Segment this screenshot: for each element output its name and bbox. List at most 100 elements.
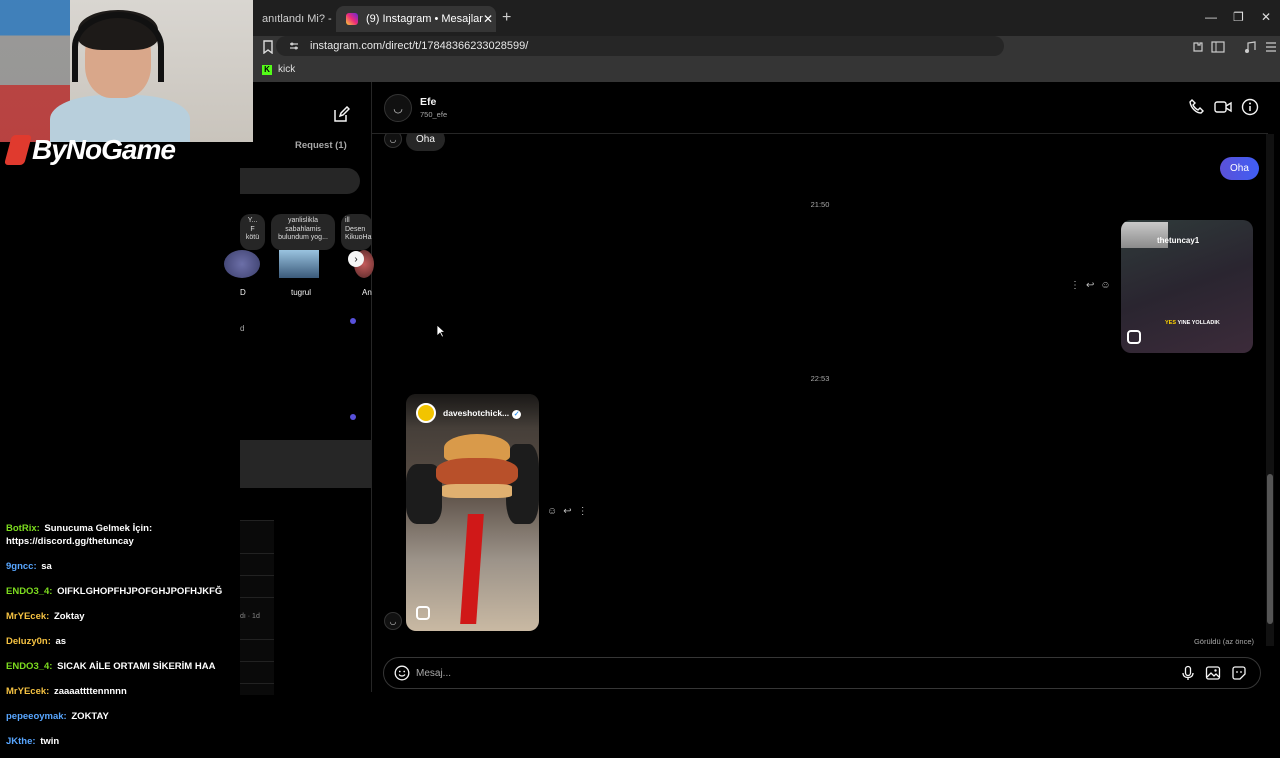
tab-youtube[interactable]: anıtlandı Mi? - YouTu xyxy=(252,6,332,32)
conversation-row-partial[interactable]: d xyxy=(240,324,244,333)
search-input[interactable] xyxy=(240,168,360,194)
chat-text: sa xyxy=(41,561,52,572)
close-tab-icon[interactable]: ✕ xyxy=(483,12,493,26)
image-icon[interactable] xyxy=(1205,665,1221,681)
chevron-right-icon[interactable]: › xyxy=(348,251,364,267)
shared-reel-outgoing[interactable]: thetuncay1 YES YINE YOLLADIK xyxy=(1121,220,1253,353)
new-tab-button[interactable]: + xyxy=(502,9,511,27)
chat-text: SICAK AİLE ORTAMI SİKERİM HAA xyxy=(57,661,216,672)
chat-text: zaaaattttennnnn xyxy=(53,686,127,697)
message-input[interactable] xyxy=(416,664,1156,682)
more-options-icon[interactable]: ⋮ xyxy=(1070,280,1080,291)
music-icon[interactable] xyxy=(1243,40,1257,54)
conversation-username: 750_efe xyxy=(420,110,448,119)
unread-dot xyxy=(350,414,356,420)
reels-icon xyxy=(1127,330,1141,344)
compose-icon[interactable] xyxy=(332,106,350,124)
bookmark-icon[interactable] xyxy=(262,40,274,54)
info-icon[interactable] xyxy=(1241,98,1259,116)
reel-owner: daveshotchick... ✓ xyxy=(443,408,522,419)
note-bubble[interactable]: Y... F kötü xyxy=(240,214,265,250)
chat-message: MrYEcek: zaaaattttennnnn xyxy=(0,683,240,700)
kick-icon: K xyxy=(262,64,272,75)
chat-message: Deluzy0n: as xyxy=(0,633,240,650)
note-username: tugrul xyxy=(291,288,312,297)
mouse-cursor-icon xyxy=(436,324,446,338)
stream-brand-logo: ByNoGame xyxy=(3,134,176,166)
site-info-icon[interactable] xyxy=(288,40,300,52)
message-outgoing[interactable]: Oha xyxy=(1220,157,1259,180)
chat-message: 9gncc: sa xyxy=(0,558,240,575)
scrollbar[interactable] xyxy=(1266,134,1274,646)
message-incoming[interactable]: Oha xyxy=(406,134,445,151)
tab-instagram-label: (9) Instagram • Mesajlar xyxy=(366,13,483,25)
chat-username: ENDO3_4: xyxy=(6,586,53,597)
reels-icon xyxy=(416,606,430,620)
extensions-icon[interactable] xyxy=(1191,40,1205,54)
conversation-name[interactable]: Efe xyxy=(420,96,436,108)
restore-icon[interactable]: ❐ xyxy=(1233,10,1244,24)
chat-username: Deluzy0n: xyxy=(6,636,51,647)
react-emoji-icon[interactable]: ☺ xyxy=(1100,280,1110,291)
instagram-icon xyxy=(346,13,358,25)
webcam-overlay xyxy=(0,0,253,142)
avatar: ◡ xyxy=(384,612,402,630)
more-options-icon[interactable]: ⋮ xyxy=(578,506,588,517)
bookmark-kick-label: kick xyxy=(278,64,296,75)
reel-owner: thetuncay1 xyxy=(1157,236,1200,245)
timestamp-separator: 22:53 xyxy=(810,374,830,383)
tab-instagram[interactable]: (9) Instagram • Mesajlar ✕ xyxy=(336,6,496,32)
chat-message: MrYEcek: Zoktay xyxy=(0,608,240,625)
chat-text: OIFKLGHOPFHJPOFGHJPOFHJKFĞ xyxy=(57,586,223,597)
unread-dot xyxy=(350,318,356,324)
chat-username: BotRix: xyxy=(6,523,40,534)
shared-reel-incoming[interactable]: daveshotchick... ✓ xyxy=(406,394,539,631)
close-window-icon[interactable]: ✕ xyxy=(1261,10,1271,24)
emoji-icon[interactable] xyxy=(394,665,410,681)
bookmarks-bar: K kick xyxy=(240,60,1280,82)
chat-message: JKthe: twin xyxy=(0,733,240,750)
reply-icon[interactable]: ↩ xyxy=(1086,280,1094,291)
brand-mark-icon xyxy=(3,135,33,165)
message-actions: ☺ ↩ ⋮ xyxy=(547,506,588,517)
scrollbar-thumb[interactable] xyxy=(1267,474,1273,624)
note-text: Y... F kötü xyxy=(245,217,260,241)
stream-chat: BotRix: Sunucuma Gelmek İçin: https://di… xyxy=(0,520,240,758)
note-bubble[interactable]: yanlislikla sabahlamis bulundum yog... xyxy=(271,214,335,250)
url-input[interactable]: instagram.com/direct/t/17848366233028599… xyxy=(276,36,1004,56)
chat-message: BotRix: Sunucuma Gelmek İçin: https://di… xyxy=(0,520,240,550)
reply-icon[interactable]: ↩ xyxy=(563,506,571,517)
conversation-header: ◡ Efe 750_efe xyxy=(372,82,1268,134)
phone-icon[interactable] xyxy=(1188,98,1206,116)
note-text: ill Desen KikuoHa xyxy=(345,217,372,241)
bookmark-kick[interactable]: K kick xyxy=(262,64,295,75)
message-actions: ⋮ ↩ ☺ xyxy=(1070,280,1111,291)
seen-status: Görüldü (az önce) xyxy=(1193,637,1254,646)
requests-tab[interactable]: Request (1) xyxy=(295,140,347,151)
chat-text: as xyxy=(55,636,67,647)
reel-caption-highlight: YES xyxy=(1165,320,1177,326)
message-composer xyxy=(383,657,1261,689)
timestamp-separator: 21:50 xyxy=(810,200,830,209)
menu-icon[interactable] xyxy=(1264,40,1278,54)
avatar: ◡ xyxy=(384,134,402,148)
video-call-icon[interactable] xyxy=(1214,98,1232,116)
note-username: D xyxy=(240,288,246,297)
avatar[interactable] xyxy=(224,250,260,278)
minimize-icon[interactable]: — xyxy=(1205,10,1217,24)
avatar[interactable] xyxy=(279,250,319,278)
avatar[interactable]: ◡ xyxy=(384,94,412,122)
note-text: yanlislikla sabahlamis bulundum yog... xyxy=(278,217,328,241)
chat-username: JKthe: xyxy=(6,736,36,747)
conversation-row-selected[interactable] xyxy=(240,440,372,488)
background-window-fragment: dı · 1d xyxy=(240,520,274,695)
reel-owner-name: daveshotchick... xyxy=(443,408,510,418)
chat-username: MrYEcek: xyxy=(6,611,50,622)
sticker-icon[interactable] xyxy=(1231,665,1247,681)
sidebar-toggle-icon[interactable] xyxy=(1211,40,1225,54)
chat-username: 9gncc: xyxy=(6,561,37,572)
microphone-icon[interactable] xyxy=(1180,665,1196,681)
note-bubble[interactable]: ill Desen KikuoHa xyxy=(341,214,372,250)
chat-username: MrYEcek: xyxy=(6,686,50,697)
react-emoji-icon[interactable]: ☺ xyxy=(547,506,557,517)
